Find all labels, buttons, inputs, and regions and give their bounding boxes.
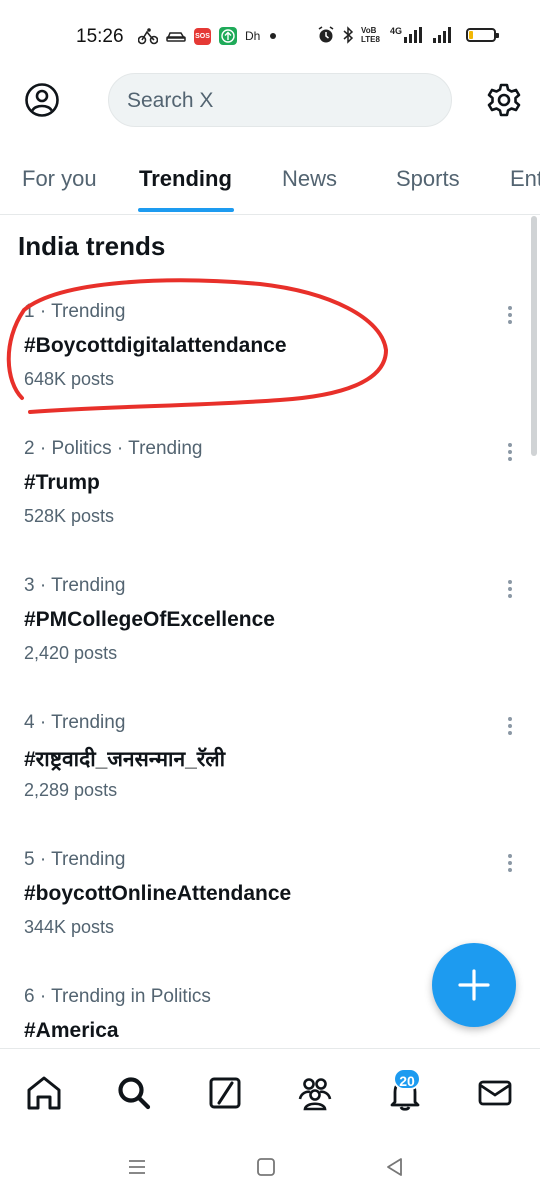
trend-meta: 2 · Politics · Trending	[24, 438, 203, 459]
trend-post-count: 344K posts	[24, 917, 115, 937]
bluetooth-icon	[343, 26, 354, 44]
trend-item[interactable]: 2 · Politics · Trending #Trump 528K post…	[0, 438, 525, 568]
status-right-icons: VoB LTE8 4G	[317, 26, 454, 44]
search-icon[interactable]	[114, 1073, 154, 1113]
dot-icon	[270, 33, 277, 39]
communities-icon[interactable]	[295, 1073, 335, 1113]
status-time: 15:26	[76, 26, 124, 47]
explore-tabs: For you Trending News Sports Ent	[0, 150, 540, 215]
more-options-icon[interactable]	[503, 715, 517, 737]
sos-icon: SOS	[194, 27, 211, 45]
tab-for-you[interactable]: For you	[22, 166, 97, 192]
tab-sports[interactable]: Sports	[396, 166, 460, 192]
profile-icon[interactable]	[24, 82, 60, 118]
trend-meta: 4 · Trending	[24, 712, 126, 733]
battery-tip	[496, 33, 499, 38]
messages-icon[interactable]	[475, 1073, 515, 1113]
status-bar: 15:26 SOS Dh VoB LTE8 4G	[0, 0, 540, 70]
trend-name[interactable]: #Boycottdigitalattendance	[24, 334, 287, 358]
trend-meta: 3 · Trending	[24, 575, 126, 596]
upload-icon	[219, 27, 237, 45]
trend-post-count: 2,420 posts	[24, 643, 118, 663]
trend-meta: 6 · Trending in Politics	[24, 986, 211, 1007]
trend-item[interactable]: 1 · Trending #Boycottdigitalattendance 6…	[0, 301, 525, 431]
battery-icon	[466, 28, 499, 42]
more-options-icon[interactable]	[503, 852, 517, 874]
signal-icon	[404, 27, 422, 43]
trend-post-count: 2,289 posts	[24, 780, 118, 800]
car-icon	[166, 32, 186, 42]
home-icon[interactable]	[24, 1073, 64, 1113]
network-text: Dh	[245, 29, 261, 43]
notifications-badge: 20	[393, 1068, 421, 1090]
trend-name[interactable]: #राष्ट्रवादी_जनसन्मान_रॅली	[24, 745, 225, 773]
battery-level	[469, 31, 473, 39]
cycling-icon	[138, 28, 158, 45]
bottom-navigation	[0, 1048, 540, 1135]
trend-name[interactable]: #America	[24, 1019, 119, 1043]
gear-icon[interactable]	[486, 82, 522, 118]
trend-post-count: 528K posts	[24, 506, 115, 526]
more-options-icon[interactable]	[503, 578, 517, 600]
tab-trending[interactable]: Trending	[139, 166, 232, 192]
trend-name[interactable]: #PMCollegeOfExcellence	[24, 608, 275, 632]
signal-icon-2	[433, 27, 451, 43]
trend-item[interactable]: 3 · Trending #PMCollegeOfExcellence 2,42…	[0, 575, 525, 705]
compose-post-button[interactable]	[432, 943, 516, 1027]
trend-name[interactable]: #Trump	[24, 471, 100, 495]
more-options-icon[interactable]	[503, 304, 517, 326]
trend-meta: 1 · Trending	[24, 301, 126, 322]
active-tab-indicator	[138, 208, 234, 212]
search-input[interactable]: Search X	[108, 73, 452, 127]
tab-entertainment[interactable]: Ent	[510, 166, 540, 192]
back-icon[interactable]	[382, 1154, 408, 1180]
trend-meta: 5 · Trending	[24, 849, 126, 870]
scrollbar[interactable]	[531, 216, 537, 456]
trend-name[interactable]: #boycottOnlineAttendance	[24, 882, 291, 906]
more-options-icon[interactable]	[503, 441, 517, 463]
alarm-icon	[318, 26, 334, 43]
section-title: India trends	[18, 231, 166, 261]
trend-post-count: 648K posts	[24, 369, 115, 389]
grok-icon[interactable]	[205, 1073, 245, 1113]
home-button-icon[interactable]	[253, 1154, 279, 1180]
system-navigation	[0, 1134, 540, 1200]
tab-news[interactable]: News	[282, 166, 337, 192]
plus-icon	[458, 969, 490, 1001]
trend-item[interactable]: 4 · Trending #राष्ट्रवादी_जनसन्मान_रॅली …	[0, 712, 525, 842]
net-gen-label: 4G	[389, 26, 402, 36]
volte-label: VoB LTE8	[360, 26, 380, 44]
recent-apps-icon[interactable]	[124, 1154, 150, 1180]
status-left-icons: SOS Dh	[138, 26, 278, 46]
search-placeholder: Search X	[127, 89, 214, 112]
